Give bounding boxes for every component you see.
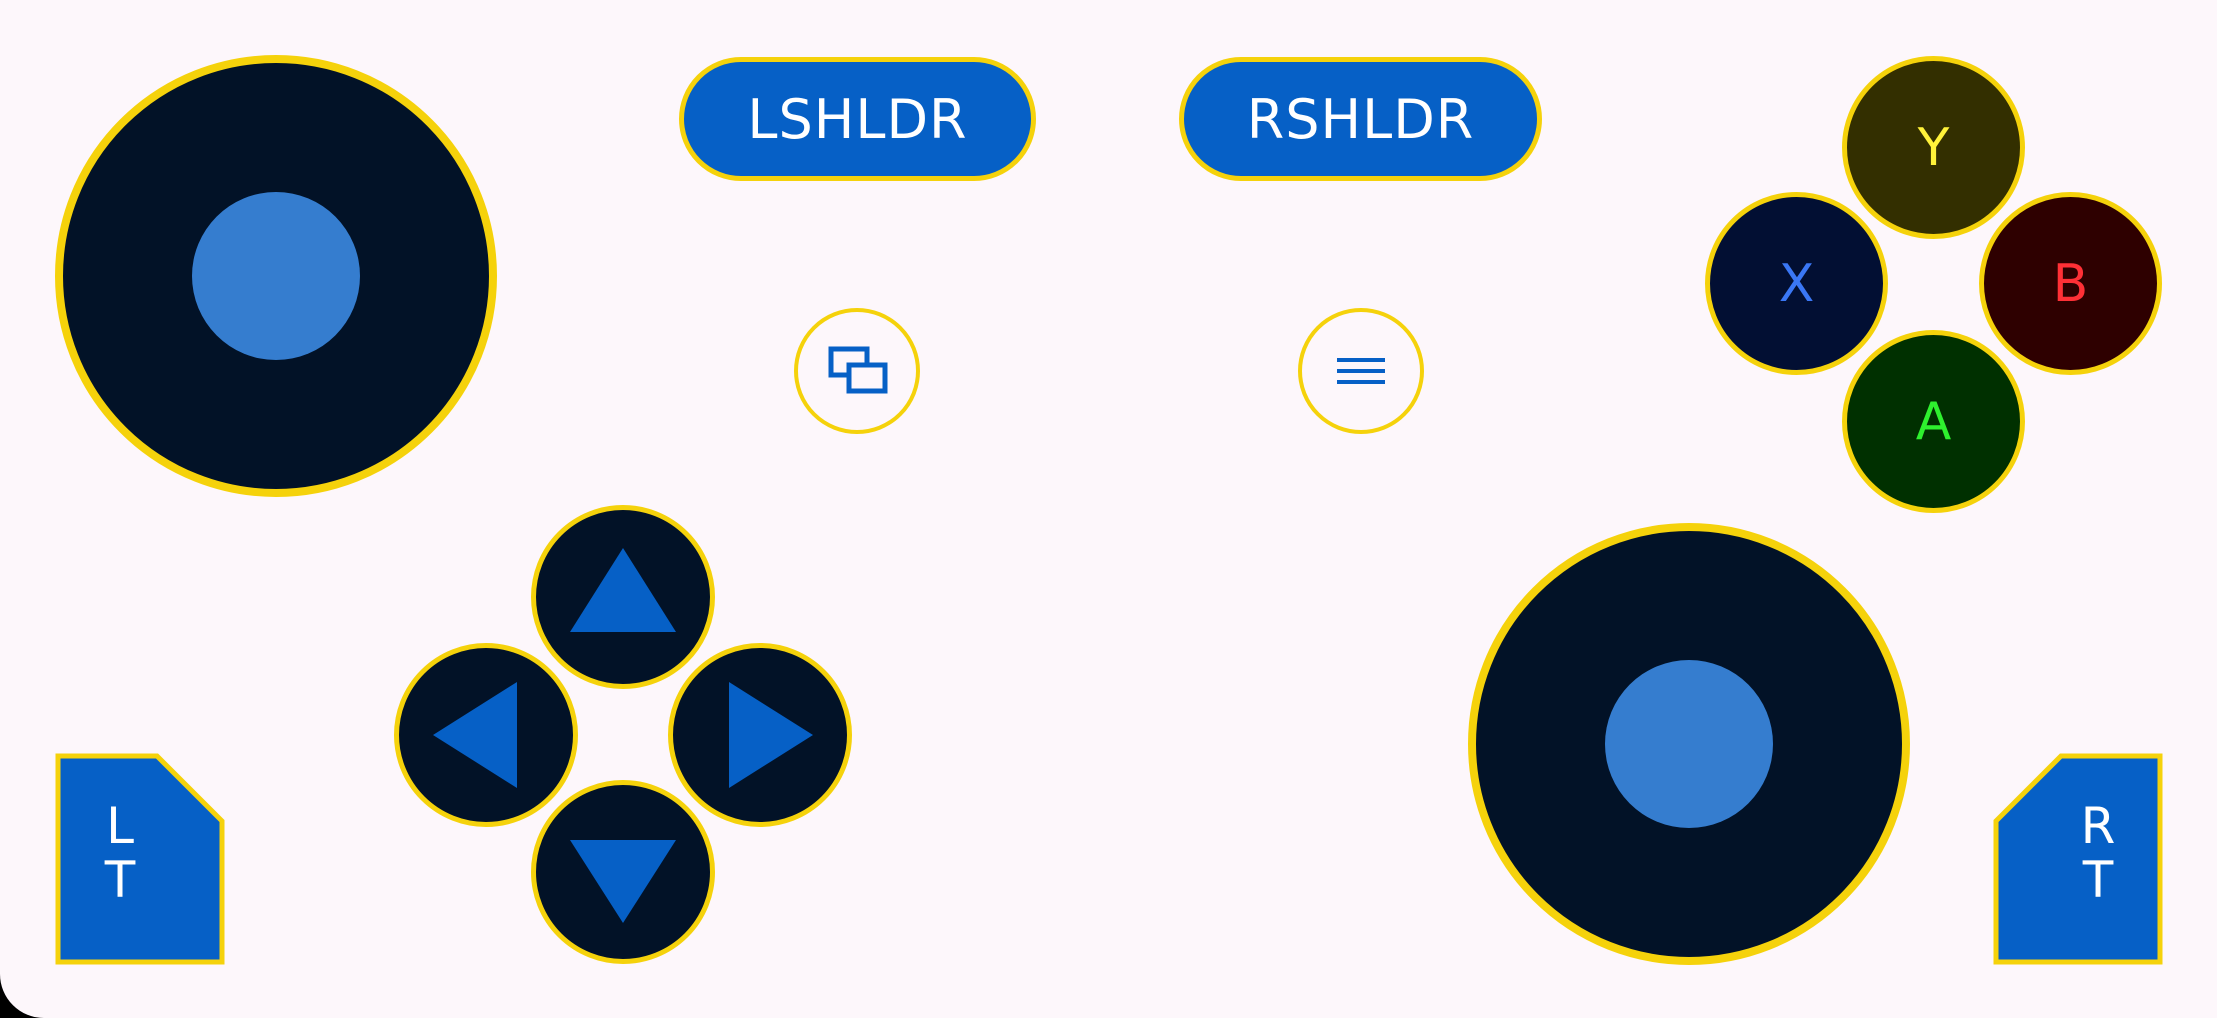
screen-switch-button[interactable] <box>794 308 920 434</box>
right-trigger-button[interactable]: R T <box>1993 753 2163 965</box>
left-joystick[interactable] <box>55 55 497 497</box>
left-trigger-bottom-letter: T <box>104 851 136 909</box>
a-button-label: A <box>1915 391 1952 452</box>
right-trigger-top-letter: R <box>2080 797 2116 855</box>
y-button-label: Y <box>1917 117 1950 178</box>
x-button-label: X <box>1778 253 1815 314</box>
menu-button[interactable] <box>1298 308 1424 434</box>
down-arrow-icon <box>570 840 676 923</box>
a-button[interactable]: A <box>1842 330 2025 513</box>
left-trigger-button[interactable]: L T <box>55 753 225 965</box>
left-shoulder-label: LSHLDR <box>747 87 968 151</box>
right-joystick-knob[interactable] <box>1605 660 1773 828</box>
screen-switch-icon <box>828 346 888 394</box>
menu-icon <box>1337 358 1385 384</box>
y-button[interactable]: Y <box>1842 56 2025 239</box>
b-button[interactable]: B <box>1979 192 2162 375</box>
right-joystick[interactable] <box>1468 523 1910 965</box>
right-shoulder-button[interactable]: RSHLDR <box>1179 57 1542 181</box>
right-trigger-bottom-letter: T <box>2082 851 2114 909</box>
x-button[interactable]: X <box>1705 192 1888 375</box>
left-joystick-knob[interactable] <box>192 192 360 360</box>
b-button-label: B <box>2052 253 2089 314</box>
left-shoulder-button[interactable]: LSHLDR <box>679 57 1036 181</box>
left-trigger-top-letter: L <box>106 797 134 855</box>
right-shoulder-label: RSHLDR <box>1246 87 1475 151</box>
dpad-down-button[interactable] <box>531 780 715 964</box>
gamepad-screen: LSHLDR RSHLDR Y X B A L T R T <box>0 0 2217 1018</box>
